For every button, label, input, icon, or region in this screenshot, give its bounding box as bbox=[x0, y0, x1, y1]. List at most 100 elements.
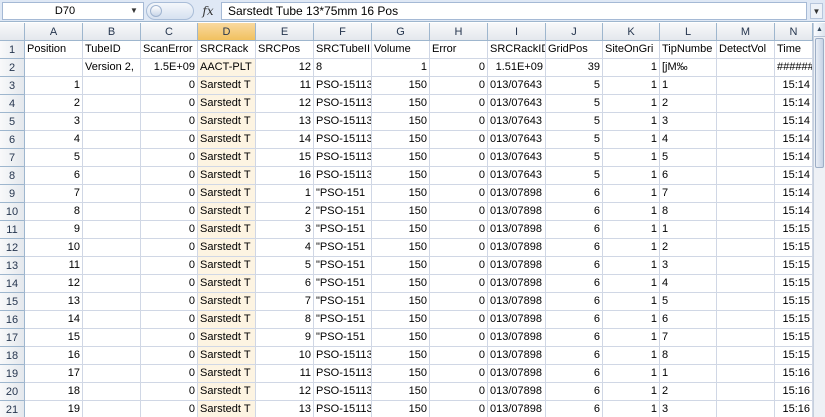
cell-m17[interactable] bbox=[717, 329, 775, 347]
insert-function-button[interactable]: fx bbox=[198, 2, 218, 20]
cell-d17[interactable]: Sarstedt T bbox=[198, 329, 256, 347]
cell-d10[interactable]: Sarstedt T bbox=[198, 203, 256, 221]
cell-a20[interactable]: 18 bbox=[25, 383, 83, 401]
cell-e4[interactable]: 12 bbox=[256, 95, 314, 113]
cell-b1[interactable]: TubeID bbox=[83, 41, 141, 59]
cell-g15[interactable]: 150 bbox=[372, 293, 430, 311]
cell-g7[interactable]: 150 bbox=[372, 149, 430, 167]
cell-i11[interactable]: 013/07898 bbox=[488, 221, 546, 239]
row-header[interactable]: 2 bbox=[0, 59, 25, 77]
cell-f6[interactable]: PSO-15113 bbox=[314, 131, 372, 149]
cell-n17[interactable]: 15:15 bbox=[775, 329, 813, 347]
cell-m5[interactable] bbox=[717, 113, 775, 131]
row-header[interactable]: 13 bbox=[0, 257, 25, 275]
cell-e12[interactable]: 4 bbox=[256, 239, 314, 257]
cell-b5[interactable] bbox=[83, 113, 141, 131]
cell-f11[interactable]: "PSO-151 bbox=[314, 221, 372, 239]
cell-c7[interactable]: 0 bbox=[141, 149, 198, 167]
cell-b12[interactable] bbox=[83, 239, 141, 257]
cell-k11[interactable]: 1 bbox=[603, 221, 660, 239]
cell-a11[interactable]: 9 bbox=[25, 221, 83, 239]
cell-f4[interactable]: PSO-15113 bbox=[314, 95, 372, 113]
cell-b2[interactable]: Version 2, bbox=[83, 59, 141, 77]
cell-i4[interactable]: 013/07643 bbox=[488, 95, 546, 113]
column-header-i[interactable]: I bbox=[488, 23, 546, 41]
row-header[interactable]: 20 bbox=[0, 383, 25, 401]
cell-a4[interactable]: 2 bbox=[25, 95, 83, 113]
cell-k5[interactable]: 1 bbox=[603, 113, 660, 131]
cell-i21[interactable]: 013/07898 bbox=[488, 401, 546, 417]
cell-g2[interactable]: 1 bbox=[372, 59, 430, 77]
cell-i17[interactable]: 013/07898 bbox=[488, 329, 546, 347]
cell-c21[interactable]: 0 bbox=[141, 401, 198, 417]
cell-h9[interactable]: 0 bbox=[430, 185, 488, 203]
cell-a13[interactable]: 11 bbox=[25, 257, 83, 275]
cell-d9[interactable]: Sarstedt T bbox=[198, 185, 256, 203]
cell-a12[interactable]: 10 bbox=[25, 239, 83, 257]
cell-h2[interactable]: 0 bbox=[430, 59, 488, 77]
cell-a15[interactable]: 13 bbox=[25, 293, 83, 311]
cell-h7[interactable]: 0 bbox=[430, 149, 488, 167]
cell-m10[interactable] bbox=[717, 203, 775, 221]
cell-c17[interactable]: 0 bbox=[141, 329, 198, 347]
cell-b9[interactable] bbox=[83, 185, 141, 203]
cell-f15[interactable]: "PSO-151 bbox=[314, 293, 372, 311]
cell-d18[interactable]: Sarstedt T bbox=[198, 347, 256, 365]
column-header-e[interactable]: E bbox=[256, 23, 314, 41]
cell-l21[interactable]: 3 bbox=[660, 401, 717, 417]
cell-d15[interactable]: Sarstedt T bbox=[198, 293, 256, 311]
cell-f3[interactable]: PSO-15113 bbox=[314, 77, 372, 95]
cell-k20[interactable]: 1 bbox=[603, 383, 660, 401]
cell-i19[interactable]: 013/07898 bbox=[488, 365, 546, 383]
cell-j21[interactable]: 6 bbox=[546, 401, 603, 417]
cell-m9[interactable] bbox=[717, 185, 775, 203]
cell-d6[interactable]: Sarstedt T bbox=[198, 131, 256, 149]
cell-i2[interactable]: 1.51E+09 bbox=[488, 59, 546, 77]
cell-j4[interactable]: 5 bbox=[546, 95, 603, 113]
cell-c18[interactable]: 0 bbox=[141, 347, 198, 365]
formula-bar-resize-handle[interactable] bbox=[146, 2, 194, 20]
cell-k4[interactable]: 1 bbox=[603, 95, 660, 113]
cell-g14[interactable]: 150 bbox=[372, 275, 430, 293]
cell-j19[interactable]: 6 bbox=[546, 365, 603, 383]
cell-n9[interactable]: 15:14 bbox=[775, 185, 813, 203]
cell-i8[interactable]: 013/07643 bbox=[488, 167, 546, 185]
cell-g21[interactable]: 150 bbox=[372, 401, 430, 417]
cell-l5[interactable]: 3 bbox=[660, 113, 717, 131]
cell-g1[interactable]: Volume bbox=[372, 41, 430, 59]
cell-j17[interactable]: 6 bbox=[546, 329, 603, 347]
cell-j16[interactable]: 6 bbox=[546, 311, 603, 329]
column-header-d[interactable]: D bbox=[198, 23, 256, 41]
column-header-n[interactable]: N bbox=[775, 23, 813, 41]
cell-l14[interactable]: 4 bbox=[660, 275, 717, 293]
cell-m1[interactable]: DetectVol bbox=[717, 41, 775, 59]
cell-d12[interactable]: Sarstedt T bbox=[198, 239, 256, 257]
cell-k21[interactable]: 1 bbox=[603, 401, 660, 417]
cell-d1[interactable]: SRCRack bbox=[198, 41, 256, 59]
row-header[interactable]: 5 bbox=[0, 113, 25, 131]
cell-d13[interactable]: Sarstedt T bbox=[198, 257, 256, 275]
cell-k14[interactable]: 1 bbox=[603, 275, 660, 293]
cell-b15[interactable] bbox=[83, 293, 141, 311]
cell-g12[interactable]: 150 bbox=[372, 239, 430, 257]
cell-i3[interactable]: 013/07643 bbox=[488, 77, 546, 95]
cell-e6[interactable]: 14 bbox=[256, 131, 314, 149]
cell-k16[interactable]: 1 bbox=[603, 311, 660, 329]
cell-h15[interactable]: 0 bbox=[430, 293, 488, 311]
cell-h21[interactable]: 0 bbox=[430, 401, 488, 417]
cell-i1[interactable]: SRCRackID bbox=[488, 41, 546, 59]
cell-a6[interactable]: 4 bbox=[25, 131, 83, 149]
cell-h6[interactable]: 0 bbox=[430, 131, 488, 149]
column-header-c[interactable]: C bbox=[141, 23, 198, 41]
cell-b3[interactable] bbox=[83, 77, 141, 95]
cell-b4[interactable] bbox=[83, 95, 141, 113]
cell-e7[interactable]: 15 bbox=[256, 149, 314, 167]
cell-g8[interactable]: 150 bbox=[372, 167, 430, 185]
cell-e13[interactable]: 5 bbox=[256, 257, 314, 275]
cell-n20[interactable]: 15:16 bbox=[775, 383, 813, 401]
cell-f17[interactable]: "PSO-151 bbox=[314, 329, 372, 347]
formula-input[interactable]: Sarstedt Tube 13*75mm 16 Pos bbox=[221, 2, 807, 20]
cell-m14[interactable] bbox=[717, 275, 775, 293]
cell-k8[interactable]: 1 bbox=[603, 167, 660, 185]
row-header[interactable]: 3 bbox=[0, 77, 25, 95]
